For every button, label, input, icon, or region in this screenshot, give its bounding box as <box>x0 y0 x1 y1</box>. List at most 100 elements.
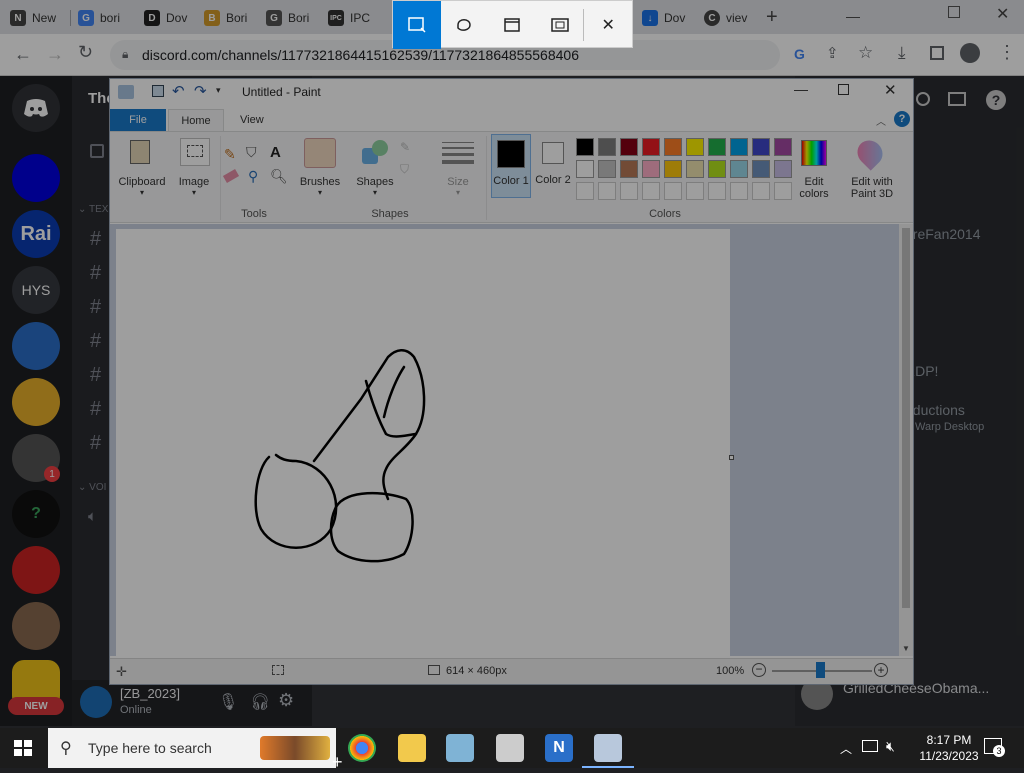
channel-hash-icon[interactable]: # <box>90 330 101 353</box>
menu-kebab-icon[interactable]: ⋮ <box>998 42 1016 63</box>
speaker-icon[interactable]: 🔈︎ <box>88 508 97 525</box>
app-taskbar-icon[interactable] <box>496 734 524 762</box>
color-picker-icon[interactable]: ⚲ <box>248 168 258 185</box>
search-highlight-image[interactable] <box>260 736 330 760</box>
text-tool-icon[interactable]: A <box>270 144 281 161</box>
shapes-icon[interactable] <box>360 140 390 168</box>
palette-swatch[interactable] <box>774 138 792 156</box>
channel-hash-icon[interactable]: # <box>90 262 101 285</box>
image-select-button[interactable] <box>180 138 210 166</box>
browser-tab[interactable]: N New <box>4 4 62 32</box>
size-label[interactable]: Size <box>434 176 482 188</box>
close-window-button[interactable]: ✕ <box>996 4 1009 24</box>
category-text-channels[interactable]: ⌄ TEX <box>78 204 108 215</box>
paint-taskbar-icon[interactable] <box>594 734 622 762</box>
browser-tab[interactable]: B Bori <box>198 4 253 32</box>
server-icon[interactable] <box>12 546 60 594</box>
canvas-resize-handle[interactable] <box>729 455 734 460</box>
scroll-down-icon[interactable]: ▼ <box>902 644 910 653</box>
paint-canvas[interactable] <box>116 229 730 656</box>
mute-microphone-icon[interactable]: 🎙︎ <box>218 692 238 712</box>
paint3d-icon[interactable] <box>852 135 888 171</box>
settings-gear-icon[interactable]: ⚙ <box>278 690 294 711</box>
save-icon[interactable] <box>152 85 164 97</box>
user-avatar[interactable] <box>80 686 112 718</box>
channel-hash-icon[interactable]: # <box>90 228 101 251</box>
edit-paint3d-label[interactable]: Edit with Paint 3D <box>844 176 900 200</box>
palette-swatch[interactable] <box>664 160 682 178</box>
palette-swatch[interactable] <box>686 182 704 200</box>
server-icon[interactable] <box>12 378 60 426</box>
category-voice-channels[interactable]: ⌄ VOI <box>78 482 106 493</box>
server-icon-rai[interactable]: Rai <box>12 210 60 258</box>
palette-swatch[interactable] <box>664 138 682 156</box>
vertical-scrollbar[interactable]: ▲ ▼ <box>899 224 913 656</box>
eraser-icon[interactable] <box>222 169 240 183</box>
app-taskbar-icon[interactable]: N <box>545 734 573 762</box>
zoom-slider-thumb[interactable] <box>816 662 825 678</box>
palette-swatch[interactable] <box>708 160 726 178</box>
palette-swatch[interactable] <box>620 160 638 178</box>
taskbar-search-box[interactable]: ⚲ Type here to search <box>48 728 336 768</box>
member-name[interactable]: oreFan2014 <box>905 226 981 242</box>
scroll-thumb[interactable] <box>902 228 910 608</box>
window-snip-button[interactable] <box>488 1 536 49</box>
quick-access-dropdown-icon[interactable]: ▾ <box>216 85 221 96</box>
collapse-ribbon-chevron-icon[interactable]: ︿ <box>876 113 886 128</box>
channel-hash-icon[interactable]: # <box>90 296 101 319</box>
color1-button[interactable]: Color 1 <box>491 134 531 198</box>
app-taskbar-icon[interactable] <box>446 734 474 762</box>
palette-swatch[interactable] <box>730 138 748 156</box>
outline-icon[interactable]: ✎ <box>400 140 410 154</box>
shapes-label[interactable]: Shapes <box>348 176 402 188</box>
browser-tab[interactable]: IPC IPC <box>322 4 376 32</box>
undo-icon[interactable]: ↶ <box>172 82 185 100</box>
palette-swatch[interactable] <box>620 138 638 156</box>
paint-maximize-button[interactable] <box>838 84 849 95</box>
notification-center-icon[interactable]: 3 <box>984 738 1005 757</box>
palette-swatch[interactable] <box>752 182 770 200</box>
deafen-headphones-icon[interactable]: 🎧︎ <box>250 692 270 712</box>
search-icon[interactable] <box>916 92 930 106</box>
palette-swatch[interactable] <box>598 138 616 156</box>
browser-tab[interactable]: C viev <box>698 4 753 32</box>
magnifier-icon[interactable]: 🔍︎ <box>270 168 288 185</box>
palette-swatch[interactable] <box>576 138 594 156</box>
brushes-icon[interactable] <box>304 138 336 168</box>
windows-start-icon[interactable] <box>14 740 32 756</box>
freeform-snip-button[interactable] <box>441 1 489 49</box>
browser-tab[interactable]: G bori <box>72 4 126 32</box>
redo-icon[interactable]: ↷ <box>194 82 207 100</box>
taskbar-clock[interactable]: 8:17 PM 11/23/2023 <box>914 732 984 764</box>
help-icon[interactable]: ? <box>894 111 910 127</box>
browser-tab[interactable]: D Dov <box>138 4 193 32</box>
color2-button[interactable]: Color 2 <box>534 134 574 198</box>
fullscreen-snip-button[interactable] <box>536 1 584 49</box>
palette-swatch[interactable] <box>730 160 748 178</box>
file-explorer-icon[interactable] <box>398 734 426 762</box>
channel-hash-icon[interactable]: # <box>90 398 101 421</box>
google-lens-icon[interactable]: G <box>794 46 805 62</box>
new-badge[interactable]: NEW <box>8 697 64 715</box>
fill-bucket-icon[interactable]: ⛉ <box>246 144 257 161</box>
rectangle-snip-button[interactable] <box>393 1 441 49</box>
channel-hash-icon[interactable]: # <box>90 432 101 455</box>
edit-colors-label[interactable]: Edit colors <box>794 176 834 200</box>
palette-swatch[interactable] <box>774 160 792 178</box>
reload-icon[interactable]: ↻ <box>78 42 93 63</box>
discord-home-icon[interactable] <box>12 84 60 132</box>
pencil-icon[interactable]: ✎ <box>224 146 236 163</box>
new-tab-button[interactable]: + <box>766 6 778 29</box>
chrome-taskbar-icon[interactable] <box>348 734 376 762</box>
clipboard-label[interactable]: Clipboard <box>114 176 170 188</box>
help-icon[interactable]: ? <box>986 90 1006 110</box>
channel-hash-icon[interactable]: # <box>90 364 101 387</box>
zoom-out-button[interactable]: − <box>752 663 766 677</box>
back-arrow-icon[interactable]: ← <box>14 44 32 65</box>
tab-file[interactable]: File <box>110 109 166 131</box>
server-icon[interactable]: ? <box>12 490 60 538</box>
palette-swatch[interactable] <box>774 182 792 200</box>
palette-swatch[interactable] <box>686 138 704 156</box>
palette-swatch[interactable] <box>708 138 726 156</box>
palette-swatch[interactable] <box>686 160 704 178</box>
